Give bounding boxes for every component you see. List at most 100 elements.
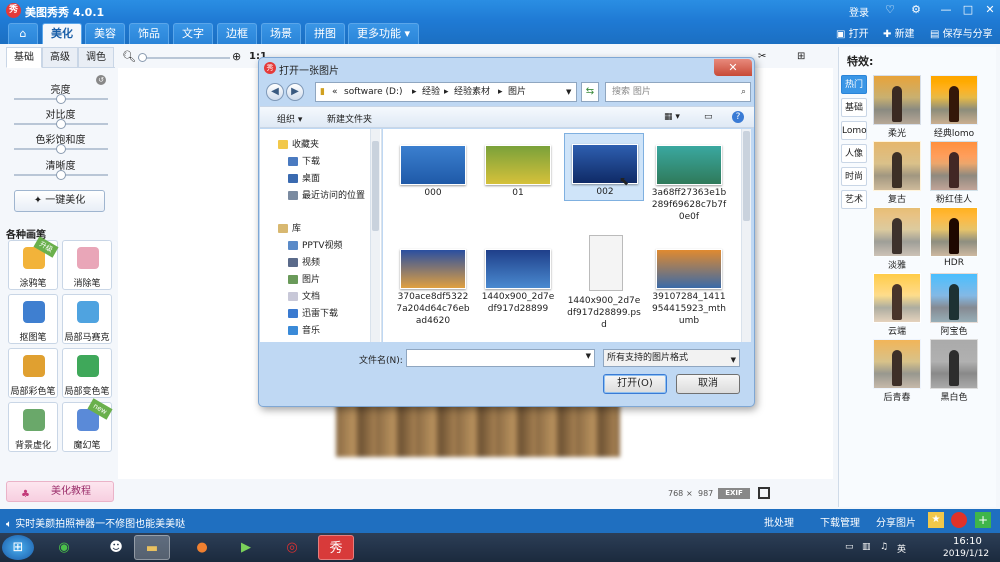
nav-scrollbar[interactable] bbox=[370, 129, 380, 342]
add-icon[interactable]: + bbox=[975, 512, 991, 528]
feedback-heart-icon[interactable]: ♡ bbox=[882, 3, 898, 17]
new-folder-button[interactable]: 新建文件夹 bbox=[327, 112, 372, 125]
chevron-down-icon[interactable]: ▼ bbox=[586, 352, 591, 360]
tab-text[interactable]: 文字 bbox=[173, 23, 213, 44]
effect-retro[interactable]: 复古 bbox=[873, 141, 921, 205]
path-folder-3[interactable]: 图片 bbox=[508, 83, 526, 101]
nav-item-documents[interactable]: 文档 bbox=[288, 289, 320, 302]
media-player-icon[interactable]: ▶ bbox=[228, 535, 264, 560]
path-folder-1[interactable]: 经验 bbox=[422, 83, 440, 101]
clock-time[interactable]: 16:10 bbox=[953, 536, 982, 547]
file-type-filter[interactable]: 所有支持的图片格式 ▼ bbox=[603, 349, 740, 367]
meitu-xiuxiu-taskbar-icon[interactable]: 秀 bbox=[318, 535, 354, 560]
login-link[interactable]: 登录 bbox=[849, 4, 869, 19]
maximize-button[interactable]: □ bbox=[960, 3, 976, 17]
preview-pane-icon[interactable]: ▭ bbox=[704, 112, 713, 122]
compare-view-icon[interactable] bbox=[758, 487, 770, 499]
sharpness-slider[interactable] bbox=[14, 170, 108, 180]
file-item[interactable]: 1440x900_2d7edf917d28899 bbox=[478, 239, 558, 335]
zoom-out-icon[interactable]: 🔍︎ bbox=[122, 50, 136, 63]
tab-scene[interactable]: 场景 bbox=[261, 23, 301, 44]
explorer-icon[interactable]: ▬ bbox=[134, 535, 170, 560]
file-item[interactable]: 370ace8df53227a204d64c76ebad4620 bbox=[393, 239, 473, 335]
organize-menu[interactable]: 组织 ▾ bbox=[277, 112, 302, 125]
home-icon[interactable]: ⌂ bbox=[8, 23, 38, 44]
saturation-slider[interactable] bbox=[14, 144, 108, 154]
network-icon[interactable]: ▥ bbox=[862, 542, 871, 552]
help-icon[interactable]: ? bbox=[732, 111, 744, 123]
effect-soft-light[interactable]: 柔光 bbox=[873, 75, 921, 139]
save-share-button[interactable]: ▤ 保存与分享 bbox=[930, 25, 993, 40]
weibo-icon[interactable] bbox=[951, 512, 967, 528]
effect-hdr[interactable]: HDR bbox=[930, 207, 978, 271]
cancel-button[interactable]: 取消 bbox=[676, 374, 740, 394]
tab-collage[interactable]: 拼图 bbox=[305, 23, 345, 44]
resize-icon[interactable]: ⊞ bbox=[797, 51, 805, 62]
effect-abao-color[interactable]: 阿宝色 bbox=[930, 273, 978, 337]
new-button[interactable]: ✚ 新建 bbox=[883, 25, 915, 40]
volume-icon[interactable]: ♫ bbox=[880, 542, 888, 552]
slider-knob[interactable] bbox=[56, 119, 66, 129]
category-portrait[interactable]: 人像 bbox=[841, 144, 867, 163]
open-file-button[interactable]: 打开(O) bbox=[603, 374, 667, 394]
tab-beauty[interactable]: 美容 bbox=[85, 23, 125, 44]
qq-icon[interactable]: ☻ bbox=[98, 535, 134, 560]
nav-item-pictures[interactable]: 图片 bbox=[288, 272, 320, 285]
cutout-pen-tool[interactable]: 抠图笔 bbox=[8, 294, 58, 344]
firefox-icon[interactable]: ● bbox=[184, 535, 220, 560]
slider-knob[interactable] bbox=[56, 144, 66, 154]
scrollbar-thumb[interactable] bbox=[743, 131, 750, 221]
contrast-slider[interactable] bbox=[14, 119, 108, 129]
effect-pink-lady[interactable]: 粉红佳人 bbox=[930, 141, 978, 205]
eraser-pen-tool[interactable]: 消除笔 bbox=[62, 240, 112, 290]
effect-classic-lomo[interactable]: 经典lomo bbox=[930, 75, 978, 139]
library-node[interactable]: 库 bbox=[278, 221, 301, 234]
chevron-down-icon[interactable]: ▼ bbox=[566, 83, 571, 101]
slider-knob[interactable] bbox=[56, 170, 66, 180]
effect-cloud[interactable]: 云端 bbox=[873, 273, 921, 337]
nav-item-pptv[interactable]: PPTV视频 bbox=[288, 238, 343, 251]
exif-button[interactable]: EXIF bbox=[718, 488, 750, 499]
file-item[interactable]: 3a68ff27363e1b289f69628c7b7f0e0f bbox=[649, 135, 729, 231]
search-input[interactable]: 搜索 图片 ⌕ bbox=[605, 82, 751, 102]
path-drive[interactable]: software (D:) bbox=[344, 83, 403, 101]
dialog-close-button[interactable]: ✕ bbox=[714, 59, 752, 76]
tab-border[interactable]: 边框 bbox=[217, 23, 257, 44]
file-item[interactable]: 01 bbox=[478, 135, 558, 231]
local-recolor-pen-tool[interactable]: 局部变色笔 bbox=[62, 348, 112, 398]
download-manager-button[interactable]: 下载管理 bbox=[820, 514, 860, 529]
open-button[interactable]: ▣ 打开 bbox=[836, 25, 869, 40]
effect-elegant[interactable]: 淡雅 bbox=[873, 207, 921, 271]
address-bar[interactable]: ▮ « software (D:) ▸ 经验 ▸ 经验素材 ▸ 图片 ▼ bbox=[315, 82, 577, 102]
one-key-beautify-button[interactable]: ✦ 一键美化 bbox=[14, 190, 105, 212]
doodle-pen-tool[interactable]: 升级 涂鸦笔 bbox=[8, 236, 59, 290]
start-button[interactable]: ⊞ bbox=[2, 535, 34, 560]
scrollbar-thumb[interactable] bbox=[372, 141, 379, 231]
view-options-icon[interactable]: ▦ ▾ bbox=[664, 112, 680, 122]
batch-process-button[interactable]: 批处理 bbox=[764, 514, 794, 529]
forward-button[interactable]: ▶ bbox=[286, 83, 304, 101]
nav-item-xunlei[interactable]: 迅雷下载 bbox=[288, 306, 338, 319]
zoom-in-icon[interactable]: ⊕ bbox=[232, 50, 241, 63]
slider-knob[interactable] bbox=[138, 53, 147, 62]
battery-icon[interactable]: ▭ bbox=[845, 542, 854, 552]
category-art[interactable]: 艺术 bbox=[841, 190, 867, 209]
promo-message[interactable]: 🔈︎ 实时美颜拍照神器一不修图也能美美哒 bbox=[6, 515, 185, 530]
tab-beautify[interactable]: 美化 bbox=[42, 23, 82, 44]
recorder-icon[interactable]: ◎ bbox=[274, 535, 310, 560]
clock-date[interactable]: 2019/1/12 bbox=[943, 549, 989, 559]
beautify-tutorial-button[interactable]: ♣ 美化教程 bbox=[6, 481, 114, 502]
app-360-icon[interactable]: ◉ bbox=[46, 535, 82, 560]
file-item[interactable]: 1440x900_2d7edf917d28899.psd bbox=[564, 233, 644, 330]
effect-post-youth[interactable]: 后青春 bbox=[873, 339, 921, 403]
filename-input[interactable]: ▼ bbox=[406, 349, 595, 367]
share-image-button[interactable]: 分享图片 bbox=[876, 514, 916, 529]
nav-item-recent[interactable]: 最近访问的位置 bbox=[288, 188, 365, 201]
slider-knob[interactable] bbox=[56, 94, 66, 104]
file-item-selected[interactable]: 002 ⬉ bbox=[564, 133, 644, 201]
tab-accessories[interactable]: 饰品 bbox=[129, 23, 169, 44]
minimize-button[interactable]: — bbox=[938, 3, 954, 17]
crop-icon[interactable]: ✂ bbox=[758, 51, 766, 62]
zoom-slider[interactable] bbox=[138, 53, 230, 62]
close-button[interactable]: ✕ bbox=[982, 3, 998, 17]
